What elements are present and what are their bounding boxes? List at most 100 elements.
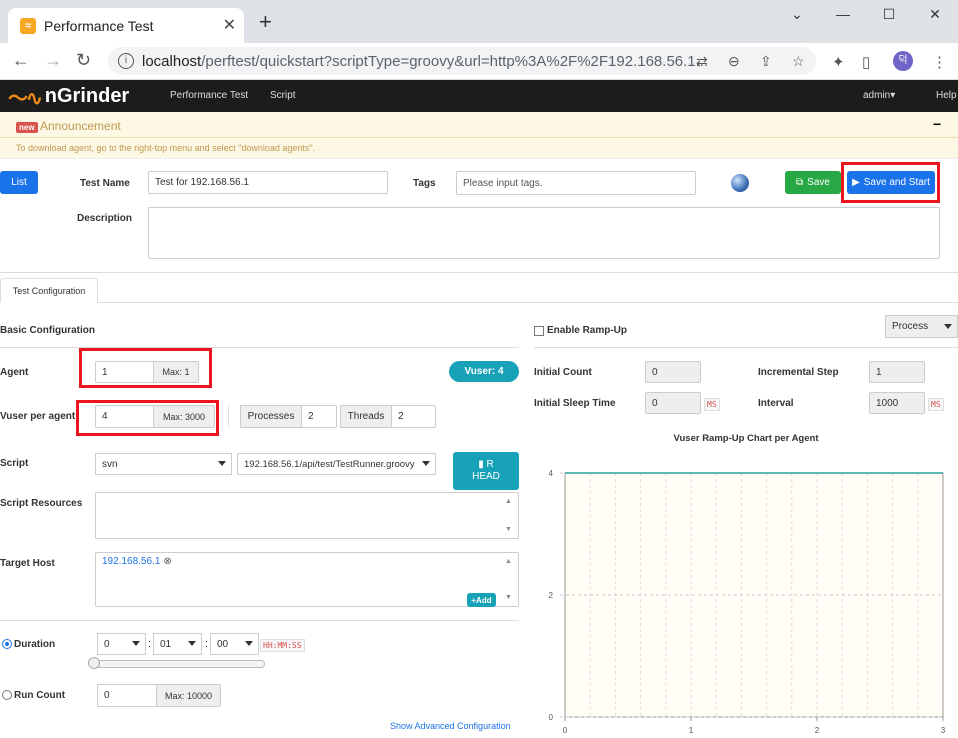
back-icon[interactable]: ← — [12, 50, 30, 71]
x-tick-label: 2 — [815, 726, 820, 735]
extensions-icon[interactable]: ✦ — [832, 53, 845, 71]
user-menu[interactable]: admin▾ — [863, 90, 895, 101]
y-tick-label: 4 — [549, 469, 554, 478]
scroll-down-icon[interactable]: ▼ — [505, 594, 512, 601]
profile-avatar[interactable]: 덕 — [893, 51, 913, 71]
announcement-title[interactable]: Announcement — [40, 119, 121, 133]
remove-host-icon[interactable]: ⊗ — [163, 556, 171, 567]
list-button[interactable]: List — [0, 171, 38, 194]
initial-count-input[interactable]: 0 — [645, 361, 701, 383]
maximize-icon[interactable]: ☐ — [874, 6, 904, 23]
close-tab-icon[interactable]: ✕ — [223, 15, 236, 35]
address-bar[interactable]: i localhost/perftest/quickstart?scriptTy… — [108, 47, 816, 75]
tab-title: Performance Test — [44, 18, 154, 34]
scroll-up-icon[interactable]: ▲ — [505, 498, 512, 505]
browser-tab-bar: ≈ Performance Test ✕ + ⌄ — ☐ ✕ — [0, 0, 958, 43]
add-host-button[interactable]: + Add — [467, 593, 496, 607]
ramp-up-chart: 0 2 4 0 1 2 3 — [549, 469, 946, 735]
divider — [228, 405, 229, 427]
file-icon: ▮ — [478, 459, 484, 470]
highlight-save-and-start — [841, 162, 940, 203]
y-tick-label: 2 — [549, 591, 554, 600]
ramp-up-mode-select[interactable]: Process — [885, 315, 958, 338]
initial-sleep-time-input[interactable]: 0 — [645, 392, 701, 414]
x-tick-label: 3 — [941, 726, 946, 735]
logo-text: nGrinder — [44, 84, 130, 107]
target-host-box[interactable]: 192.168.56.1 ⊗ — [95, 552, 519, 607]
close-window-icon[interactable]: ✕ — [920, 6, 950, 23]
browser-menu-icon[interactable]: ⋮ — [932, 53, 947, 71]
collapse-icon[interactable]: − — [933, 116, 941, 132]
share-icon[interactable]: ⇪ — [760, 53, 772, 70]
head-revision-button[interactable]: ▮ R HEAD — [453, 452, 519, 490]
duration-slider-handle[interactable] — [88, 657, 100, 669]
reload-icon[interactable]: ↻ — [76, 50, 91, 71]
run-count-max: Max: 10000 — [156, 685, 220, 706]
minimize-icon[interactable]: — — [828, 6, 858, 22]
incremental-step-input[interactable]: 1 — [869, 361, 925, 383]
initial-count-label: Initial Count — [534, 367, 592, 378]
tab-divider — [98, 302, 958, 303]
test-name-input[interactable]: Test for 192.168.56.1 — [148, 171, 388, 194]
threads-input[interactable]: 2 — [391, 405, 436, 428]
announcement-text: To download agent, go to the right-top m… — [16, 143, 316, 153]
y-tick-label: 0 — [549, 713, 554, 722]
threads-label: Threads — [340, 405, 392, 428]
run-count-radio[interactable] — [2, 690, 12, 700]
highlight-vuser — [76, 400, 219, 436]
processes-input[interactable]: 2 — [301, 405, 337, 428]
duration-slider[interactable] — [90, 660, 265, 668]
browser-tab[interactable]: ≈ Performance Test ✕ — [8, 8, 244, 43]
enable-ramp-up-label: Enable Ramp-Up — [547, 325, 628, 336]
time-separator: : — [205, 638, 209, 650]
basic-configuration-title: Basic Configuration — [0, 325, 96, 336]
description-textarea[interactable] — [148, 207, 940, 259]
agent-label: Agent — [0, 367, 29, 378]
chevron-down-icon — [422, 461, 430, 466]
script-repo-select[interactable]: svn — [95, 453, 232, 475]
nav-help[interactable]: Help — [936, 90, 957, 101]
new-tab-icon[interactable]: + — [259, 9, 272, 35]
side-panel-icon[interactable]: ▯ — [862, 53, 870, 71]
logo-wave-icon: 〜∿ — [8, 87, 43, 110]
nav-performance-test[interactable]: Performance Test — [170, 90, 248, 101]
duration-hours-select[interactable]: 0 — [97, 633, 146, 655]
translate-icon[interactable]: ⇄ — [696, 53, 708, 70]
duration-minutes-select[interactable]: 01 — [153, 633, 202, 655]
tab-test-configuration[interactable]: Test Configuration — [0, 278, 98, 303]
duration-radio[interactable] — [2, 639, 12, 649]
interval-label: Interval — [758, 398, 794, 409]
run-count-label: Run Count — [14, 690, 66, 701]
forward-icon[interactable]: → — [44, 50, 62, 71]
highlight-agent — [79, 348, 212, 388]
interval-input[interactable]: 1000 — [869, 392, 925, 414]
tab-search-icon[interactable]: ⌄ — [782, 6, 812, 23]
scroll-down-icon[interactable]: ▼ — [505, 526, 512, 533]
url-path: /perftest/quickstart?scriptType=groovy&u… — [201, 53, 709, 70]
scroll-up-icon[interactable]: ▲ — [505, 558, 512, 565]
browser-toolbar: ← → ↻ i localhost/perftest/quickstart?sc… — [0, 43, 958, 80]
enable-ramp-up-checkbox[interactable] — [534, 326, 544, 336]
target-host-value[interactable]: 192.168.56.1 — [102, 556, 160, 567]
duration-seconds-select[interactable]: 00 — [210, 633, 259, 655]
show-advanced-configuration-link[interactable]: Show Advanced Configuration — [390, 721, 511, 731]
zoom-icon[interactable]: ⊖ — [728, 53, 740, 70]
script-label: Script — [0, 458, 29, 469]
nav-script[interactable]: Script — [270, 90, 296, 101]
initial-sleep-time-label: Initial Sleep Time — [534, 398, 616, 409]
time-separator: : — [148, 638, 152, 650]
site-info-icon[interactable]: i — [118, 53, 134, 69]
x-tick-label: 0 — [563, 726, 568, 735]
new-badge: new — [16, 122, 38, 133]
divider — [0, 137, 958, 138]
x-tick-label: 1 — [689, 726, 694, 735]
tags-input[interactable]: Please input tags. — [456, 171, 696, 195]
bookmark-star-icon[interactable]: ☆ — [792, 53, 805, 70]
save-button[interactable]: ⧉ Save — [785, 171, 841, 194]
script-resources-box[interactable] — [95, 492, 519, 539]
divider — [0, 620, 519, 621]
ngrinder-logo[interactable]: 〜∿ nGrinder — [8, 84, 130, 110]
script-path-select[interactable]: 192.168.56.1/api/test/TestRunner.groovy — [237, 453, 436, 475]
duration-label: Duration — [14, 639, 56, 650]
user-name: admin — [863, 90, 891, 101]
